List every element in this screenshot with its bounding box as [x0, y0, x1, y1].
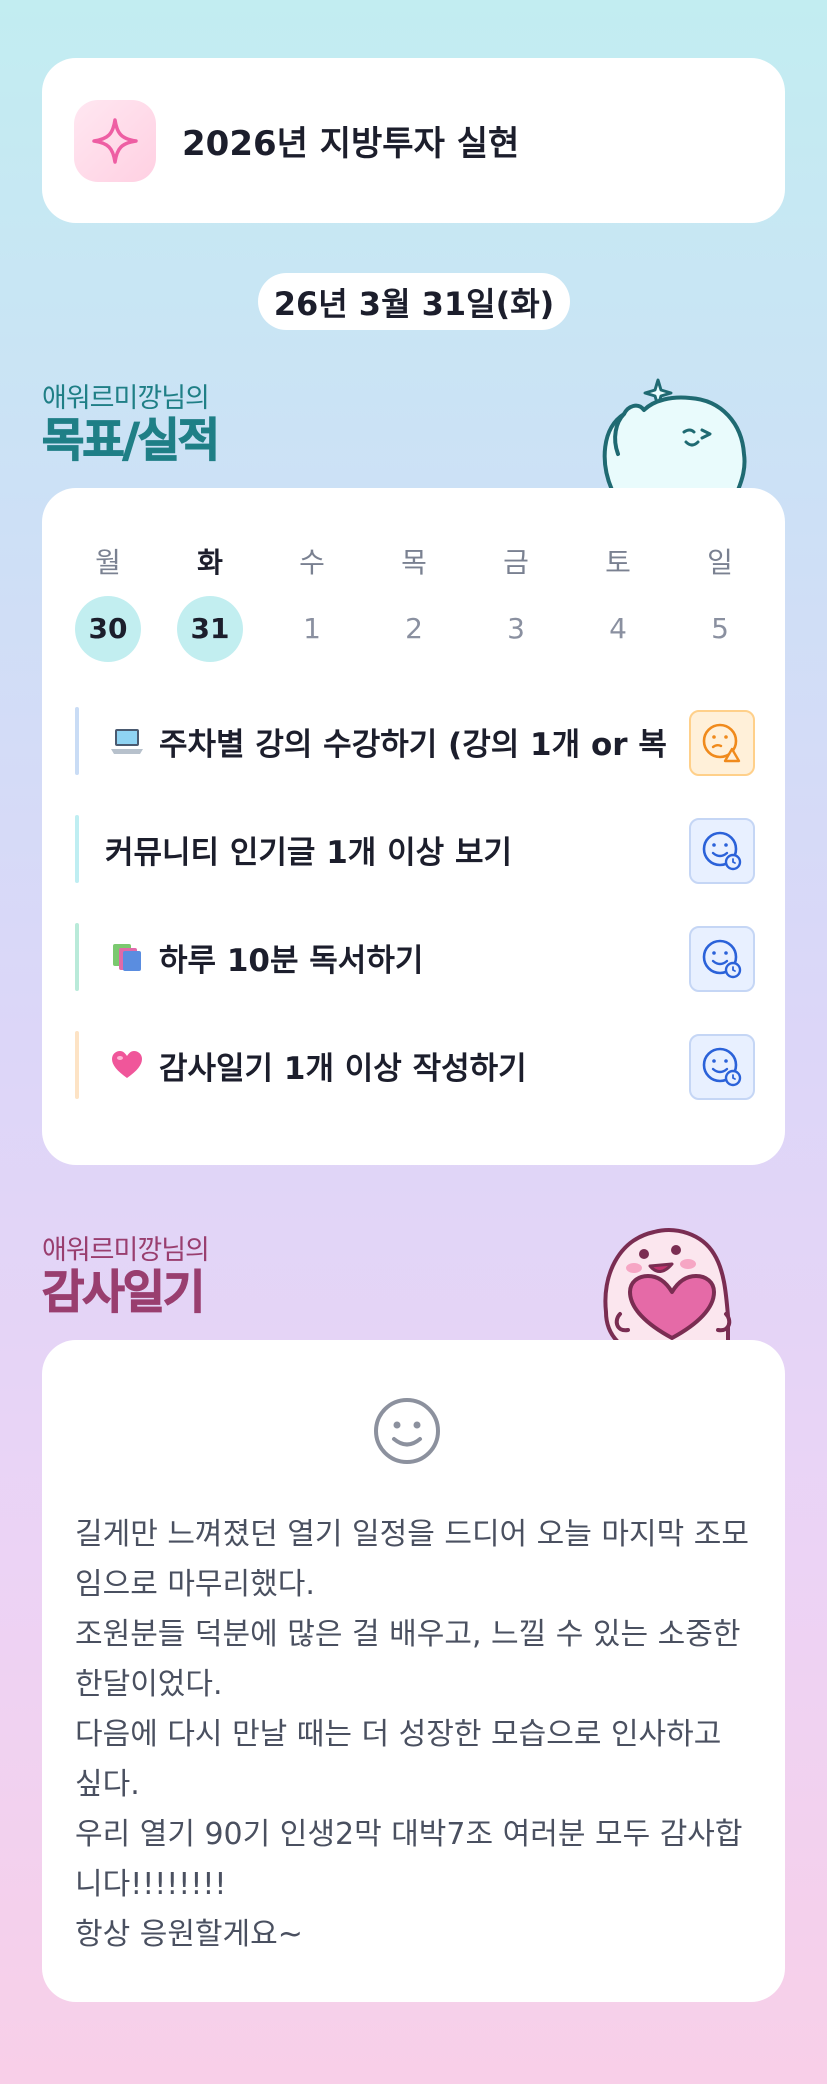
task-item-community[interactable]: 커뮤니티 인기글 1개 이상 보기: [75, 815, 755, 884]
date-4[interactable]: 4: [585, 596, 651, 662]
task-status-button[interactable]: [689, 710, 755, 776]
diary-section-title: 감사일기: [41, 1265, 205, 1319]
task-label: 감사일기 1개 이상 작성하기: [159, 1050, 527, 1087]
books-icon: [113, 944, 141, 971]
day-label-mon: 월: [95, 546, 121, 579]
smile-face-clock-icon: [702, 939, 742, 979]
goal-section-heading: 애워르미깡님의 목표/실적: [41, 376, 220, 467]
day-label-wed: 수: [299, 546, 325, 579]
date-5[interactable]: 5: [687, 596, 753, 662]
task-color-bar: [75, 815, 79, 883]
goal-section-subtitle: 애워르미깡님의: [42, 383, 210, 414]
task-label: 주차별 강의 수강하기 (강의 1개 or 복: [159, 726, 667, 763]
task-label: 하루 10분 독서하기: [159, 942, 424, 979]
task-item-reading[interactable]: 하루 10분 독서하기: [75, 923, 755, 992]
sparkle-icon: [74, 99, 156, 182]
date-31[interactable]: 31: [177, 596, 243, 662]
goal-section-title: 목표/실적: [41, 413, 220, 467]
diary-section-subtitle: 애워르미깡님의: [42, 1235, 210, 1266]
day-label-thu: 목: [401, 546, 427, 579]
day-label-fri: 금: [503, 546, 529, 579]
task-item-diary[interactable]: 감사일기 1개 이상 작성하기: [75, 1031, 755, 1100]
smile-face-clock-icon: [702, 831, 742, 871]
goal-title: 2026년 지방투자 실현: [182, 124, 520, 164]
sad-face-warning-icon: [702, 723, 741, 763]
task-color-bar: [75, 707, 79, 775]
goal-card[interactable]: 2026년 지방투자 실현: [42, 58, 785, 223]
diary-section-heading: 애워르미깡님의 감사일기: [41, 1228, 210, 1319]
date-selector[interactable]: 26년 3월 31일(화): [258, 273, 570, 330]
task-color-bar: [75, 923, 79, 991]
laptop-icon: [111, 729, 143, 754]
mint-mascot-icon: [602, 378, 747, 490]
day-label-sun: 일: [707, 546, 733, 579]
smile-face-icon: [374, 1398, 440, 1464]
day-label-sat: 토: [605, 546, 631, 579]
pink-mascot-heart-icon: [603, 1228, 732, 1342]
task-label: 커뮤니티 인기글 1개 이상 보기: [105, 834, 512, 871]
heart-icon: [112, 1051, 142, 1078]
task-status-button[interactable]: [689, 1034, 755, 1100]
date-1[interactable]: 1: [279, 596, 345, 662]
date-2[interactable]: 2: [381, 596, 447, 662]
task-item-lecture[interactable]: 주차별 강의 수강하기 (강의 1개 or 복: [75, 707, 755, 776]
task-status-button[interactable]: [689, 818, 755, 884]
task-status-button[interactable]: [689, 926, 755, 992]
task-color-bar: [75, 1031, 79, 1099]
day-label-tue: 화: [197, 546, 223, 579]
diary-text: 길게만 느껴졌던 열기 일정을 드디어 오늘 마지막 조모임으로 마무리했다. …: [75, 1517, 749, 1952]
smile-face-clock-icon: [702, 1047, 742, 1087]
date-30[interactable]: 30: [75, 596, 141, 662]
date-3[interactable]: 3: [483, 596, 549, 662]
